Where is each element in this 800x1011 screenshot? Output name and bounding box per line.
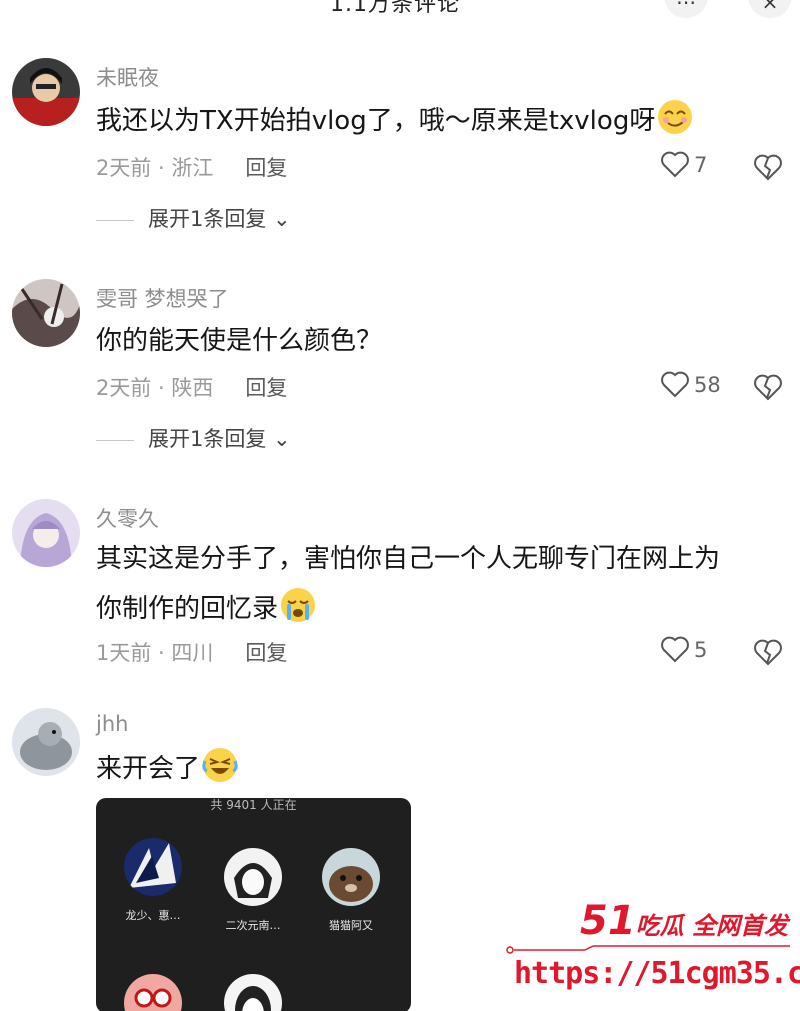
username[interactable]: 雯哥 梦想哭了 xyxy=(96,283,229,313)
comment-text: 你的能天使是什么颜色？ xyxy=(96,326,383,356)
comment-count-title: 1.1万条评论 xyxy=(330,0,460,17)
member-avatar xyxy=(224,848,282,906)
watermark-url: https://51cgm35.com xyxy=(514,956,800,991)
like-count: 5 xyxy=(694,638,708,662)
crying-emoji-icon xyxy=(281,588,316,622)
dislike-icon[interactable] xyxy=(753,152,783,182)
reply-button[interactable]: 回复 xyxy=(245,641,287,665)
avatar[interactable] xyxy=(12,499,80,567)
member-name: 猫猫阿又 xyxy=(329,919,373,932)
member-card: 二次元南… xyxy=(208,848,298,933)
member-name: 二次元南… xyxy=(225,919,281,932)
comment-time-location: 2天前 · 浙江 xyxy=(96,156,214,180)
like-count: 58 xyxy=(694,373,721,397)
ellipsis-icon[interactable]: ⋯ xyxy=(664,0,708,18)
avatar[interactable] xyxy=(12,708,80,776)
avatar[interactable] xyxy=(12,279,80,347)
like-button[interactable]: 58 xyxy=(660,370,721,398)
comment-meta: 2天前 · 陕西 回复 xyxy=(96,372,287,402)
like-count: 7 xyxy=(694,153,708,177)
comment-text: 来开会了 xyxy=(96,744,776,794)
like-button[interactable]: 5 xyxy=(660,635,707,663)
chevron-down-icon: ⌄ xyxy=(266,427,291,451)
heart-icon xyxy=(661,636,689,663)
attachment-header: 共 9401 人正在 xyxy=(210,798,297,812)
watermark-circuit-line xyxy=(506,945,790,954)
member-avatar xyxy=(322,848,380,906)
watermark-brand: 51吃瓜 全网首发 xyxy=(580,898,789,944)
top-bar: 1.1万条评论 ⋯ × xyxy=(0,0,800,18)
member-name: 龙少、惠… xyxy=(125,909,181,922)
comment-meta: 1天前 · 四川 回复 xyxy=(96,637,287,667)
dislike-icon[interactable] xyxy=(753,372,783,402)
heart-icon xyxy=(661,371,689,398)
smirk-emoji-icon xyxy=(658,100,693,134)
member-card xyxy=(108,974,198,1011)
comment-text: 其实这是分手了，害怕你自己一个人无聊专门在网上为 你制作的回忆录 xyxy=(96,544,721,624)
divider xyxy=(96,439,134,441)
member-card: 龙少、惠… xyxy=(108,838,198,923)
member-card xyxy=(208,974,298,1011)
username[interactable]: 未眠夜 xyxy=(96,62,159,92)
heart-icon xyxy=(661,151,689,178)
expand-replies-button[interactable]: 展开1条回复 ⌄ xyxy=(96,423,291,453)
avatar[interactable] xyxy=(12,58,80,126)
username[interactable]: 久零久 xyxy=(96,503,159,533)
member-avatar xyxy=(224,974,282,1011)
reply-button[interactable]: 回复 xyxy=(245,376,287,400)
expand-replies-button[interactable]: 展开1条回复 ⌄ xyxy=(96,203,291,233)
member-avatar xyxy=(124,838,182,896)
comment-time-location: 1天前 · 四川 xyxy=(96,641,214,665)
comment-time-location: 2天前 · 陕西 xyxy=(96,376,214,400)
member-card: 猫猫阿又 xyxy=(306,848,396,933)
comment-meta: 2天前 · 浙江 回复 xyxy=(96,152,287,182)
divider xyxy=(96,219,134,221)
reply-button[interactable]: 回复 xyxy=(245,156,287,180)
comment-text: 我还以为TX开始拍vlog了，哦～原来是txvlog呀 xyxy=(96,96,776,146)
like-button[interactable]: 7 xyxy=(660,150,707,178)
dislike-icon[interactable] xyxy=(753,637,783,667)
chevron-down-icon: ⌄ xyxy=(266,207,291,231)
username[interactable]: jhh xyxy=(96,712,128,736)
member-avatar xyxy=(124,974,182,1011)
close-icon[interactable]: × xyxy=(748,0,792,18)
laugh-cry-emoji-icon xyxy=(202,748,238,782)
comment-image-attachment[interactable]: 共 9401 人正在 龙少、惠… 二次元南… 猫猫阿又 xyxy=(96,798,411,1011)
